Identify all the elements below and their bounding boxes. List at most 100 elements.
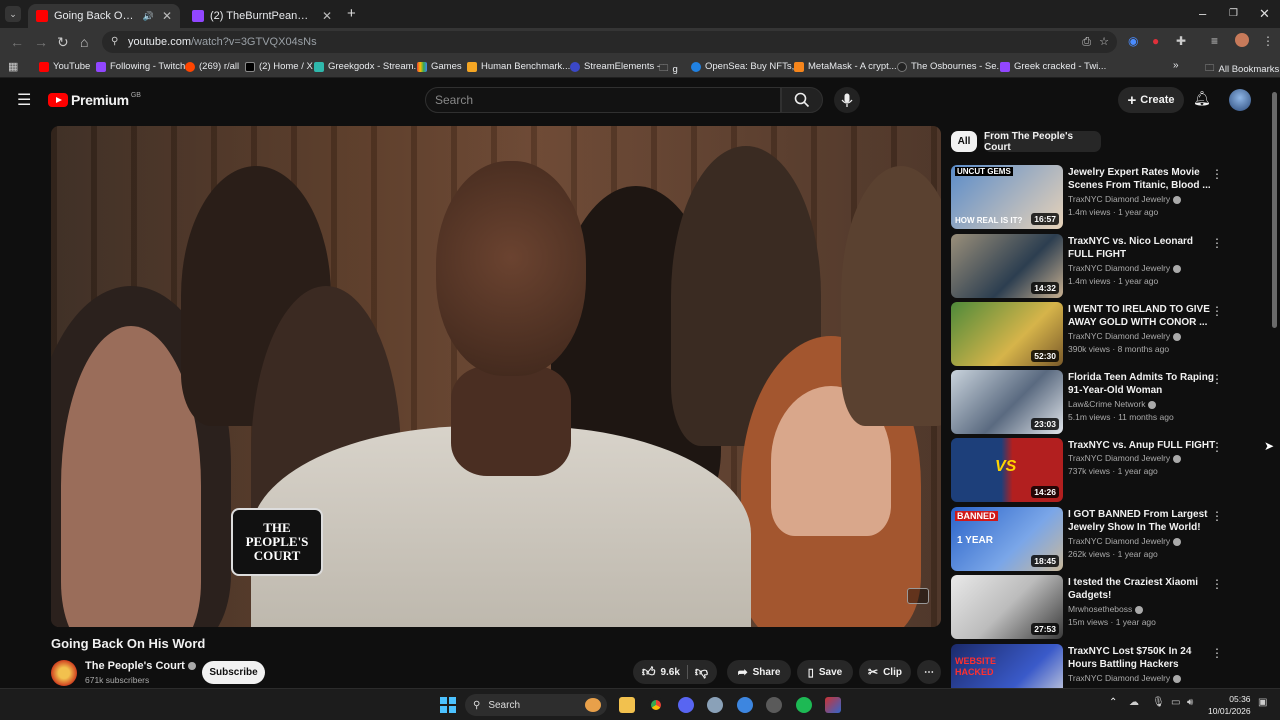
recommendation-item[interactable]: 52:30 I WENT TO IRELAND TO GIVE AWAY GOL… — [951, 302, 1251, 366]
network-icon[interactable]: ▭ — [1171, 697, 1180, 708]
settings-gear-icon[interactable] — [707, 697, 723, 713]
bookmark-item[interactable]: (2) Home / X — [245, 61, 313, 72]
more-vertical-icon[interactable]: ⋮ — [1211, 440, 1223, 454]
bookmark-item[interactable]: StreamElements - — [570, 61, 660, 72]
forward-icon[interactable]: → — [34, 34, 48, 50]
channel-avatar[interactable] — [51, 660, 77, 686]
recommendation-item[interactable]: WEBSITE HACKED TraxNYC Lost $750K In 24 … — [951, 644, 1251, 688]
video-thumbnail[interactable]: UNCUT GEMS HOW REAL IS IT? 16:57 — [951, 165, 1063, 229]
video-thumbnail[interactable]: 27:53 — [951, 575, 1063, 639]
recommendation-item[interactable]: 23:03 Florida Teen Admits To Raping 91-Y… — [951, 370, 1251, 434]
back-icon[interactable]: ← — [10, 34, 24, 50]
windows-start-icon[interactable] — [440, 697, 456, 713]
bookmarks-overflow-icon[interactable]: » — [1173, 60, 1179, 71]
video-thumbnail[interactable]: 14:32 — [951, 234, 1063, 298]
tray-overflow-icon[interactable]: ⌃ — [1109, 697, 1117, 708]
more-vertical-icon[interactable]: ⋮ — [1211, 509, 1223, 523]
apps-grid-icon[interactable]: ▦ — [8, 60, 18, 73]
notifications-bell-icon[interactable]: 🔔︎ — [1193, 90, 1211, 107]
more-vertical-icon[interactable]: ⋮ — [1211, 372, 1223, 386]
youtube-premium-logo[interactable]: Premium GB — [48, 92, 141, 108]
file-explorer-icon[interactable] — [619, 697, 635, 713]
scrollbar-thumb[interactable] — [1272, 92, 1277, 328]
more-vertical-icon[interactable]: ⋮ — [1211, 304, 1223, 318]
home-icon[interactable]: ⌂ — [80, 34, 88, 50]
minimize-icon[interactable]: – — [1199, 6, 1206, 21]
bookmark-item[interactable]: MetaMask - A crypt... — [794, 61, 897, 72]
extensions-puzzle-icon[interactable]: ✚ — [1176, 34, 1186, 48]
taskbar-search[interactable]: ⚲ Search — [465, 694, 607, 716]
recommendation-item[interactable]: UNCUT GEMS HOW REAL IS IT? 16:57 Jewelry… — [951, 165, 1251, 229]
search-input[interactable]: Search — [425, 87, 781, 113]
save-button[interactable]: ▯ Save — [797, 660, 853, 684]
bookmark-folder[interactable]: 🗀 g — [659, 61, 678, 77]
bookmark-star-icon[interactable]: ☆ — [1099, 31, 1109, 53]
tab-audio-icon[interactable]: 🔊 — [143, 11, 154, 22]
volume-icon[interactable]: 🔊︎ — [1187, 697, 1193, 708]
bookmark-item[interactable]: The Osbournes - Se... — [897, 61, 1004, 72]
menu-hamburger-icon[interactable]: ☰ — [17, 90, 31, 110]
app-icon[interactable] — [737, 697, 753, 713]
extension-icon[interactable]: ● — [1152, 34, 1159, 48]
reload-icon[interactable]: ↻ — [57, 34, 69, 51]
search-button[interactable] — [781, 87, 823, 113]
video-player[interactable]: THE PEOPLE'S COURT — [51, 126, 941, 627]
app-icon[interactable] — [825, 697, 841, 713]
tab-twitch[interactable]: (2) TheBurntPeanut - Twitch ✕ — [184, 4, 340, 28]
recommendation-item[interactable]: VS 14:26 TraxNYC vs. Anup FULL FIGHT Tra… — [951, 438, 1251, 502]
more-vertical-icon[interactable]: ⋮ — [1211, 646, 1223, 660]
recommendation-item[interactable]: 27:53 I tested the Craziest Xiaomi Gadge… — [951, 575, 1251, 639]
all-bookmarks-button[interactable]: 🗀 All Bookmarks — [1205, 61, 1279, 77]
video-thumbnail[interactable]: 52:30 — [951, 302, 1063, 366]
chip-from-channel[interactable]: From The People's Court — [984, 131, 1101, 153]
chrome-icon[interactable] — [648, 697, 664, 713]
bookmark-item[interactable]: Following - Twitch — [96, 61, 185, 72]
video-thumbnail[interactable]: VS 14:26 — [951, 438, 1063, 502]
bookmark-item[interactable]: Games — [417, 61, 462, 72]
profile-avatar[interactable] — [1235, 33, 1249, 47]
close-window-icon[interactable]: ✕ — [1259, 6, 1270, 22]
recommendation-item[interactable]: 14:32 TraxNYC vs. Nico Leonard FULL FIGH… — [951, 234, 1251, 298]
clip-button[interactable]: ✂ Clip — [859, 660, 911, 684]
address-bar[interactable]: ⚲ youtube.com/watch?v=3GTVQX04sNs ⎙ ☆ — [102, 31, 1117, 53]
channel-watermark-icon[interactable] — [907, 588, 929, 604]
bookmark-item[interactable]: OpenSea: Buy NFTs,... — [691, 61, 802, 72]
create-button[interactable]: + Create — [1118, 87, 1184, 113]
extension-icon[interactable]: ◉ — [1128, 34, 1138, 48]
more-vertical-icon[interactable]: ⋮ — [1211, 577, 1223, 591]
like-button[interactable]: 👍︎ 9.6k — [642, 664, 680, 680]
more-vertical-icon[interactable]: ⋮ — [1211, 236, 1223, 250]
more-actions-button[interactable]: ⋯ — [917, 660, 941, 684]
close-tab-icon[interactable]: ✕ — [162, 9, 172, 23]
share-button[interactable]: ➦ Share — [727, 660, 791, 684]
bookmark-item[interactable]: (269) r/all — [185, 61, 239, 72]
install-app-icon[interactable]: ⎙ — [1082, 31, 1091, 53]
spotify-icon[interactable] — [796, 697, 812, 713]
bookmark-item[interactable]: Greek cracked - Twi... — [1000, 61, 1106, 72]
tab-youtube[interactable]: Going Back On His Word - YouTube 🔊 ✕ — [28, 4, 180, 28]
video-thumbnail[interactable]: WEBSITE HACKED — [951, 644, 1063, 688]
chrome-menu-icon[interactable]: ⋮ — [1262, 34, 1274, 48]
new-tab-icon[interactable]: + — [347, 5, 356, 22]
discord-icon[interactable] — [678, 697, 694, 713]
video-thumbnail[interactable]: 23:03 — [951, 370, 1063, 434]
onedrive-icon[interactable]: ☁ — [1129, 697, 1139, 708]
app-icon[interactable] — [766, 697, 782, 713]
restore-icon[interactable]: ❐ — [1229, 8, 1238, 19]
bookmark-item[interactable]: YouTube — [39, 61, 90, 72]
bookmark-item[interactable]: Greekgodx - Stream... — [314, 61, 421, 72]
close-tab-icon[interactable]: ✕ — [322, 9, 332, 23]
bookmark-item[interactable]: Human Benchmark... — [467, 61, 570, 72]
account-avatar[interactable] — [1229, 89, 1251, 111]
channel-name[interactable]: The People's Court — [85, 660, 196, 672]
subscribe-button[interactable]: Subscribe — [202, 661, 265, 684]
more-vertical-icon[interactable]: ⋮ — [1211, 167, 1223, 181]
tab-search-button[interactable]: ⌄ — [5, 6, 21, 22]
site-info-icon[interactable]: ⚲ — [111, 31, 118, 53]
notifications-icon[interactable]: ▣ — [1258, 697, 1267, 708]
chip-all[interactable]: All — [951, 131, 977, 152]
reading-list-icon[interactable]: ≡ — [1211, 34, 1218, 48]
recommendation-item[interactable]: BANNED 1 YEAR 18:45 I GOT BANNED From La… — [951, 507, 1251, 571]
dislike-button[interactable]: 👎︎ — [695, 664, 708, 680]
system-clock[interactable]: 05:36 10/01/2026 — [1208, 693, 1251, 717]
